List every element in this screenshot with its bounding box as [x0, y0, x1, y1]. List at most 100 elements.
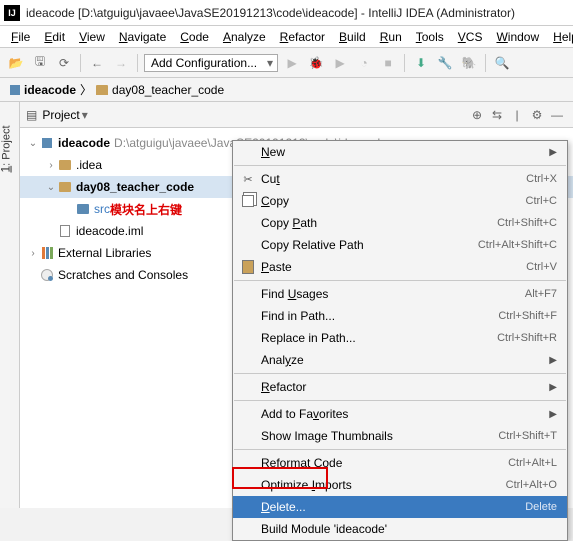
- window-title: ideacode [D:\atguigu\javaee\JavaSE201912…: [26, 6, 515, 20]
- menu-item-label: Refactor: [261, 380, 543, 394]
- menu-window[interactable]: Window: [489, 29, 546, 45]
- blank-icon: [239, 455, 257, 471]
- cm-copy-icon: [239, 193, 257, 209]
- collapse-toggle-icon[interactable]: ⌄: [26, 138, 40, 149]
- settings-gear-icon[interactable]: ⚙: [527, 105, 547, 125]
- menu-item-refactor[interactable]: Refactor▶: [233, 376, 567, 398]
- separator: |: [507, 105, 527, 125]
- stop-icon[interactable]: ■: [378, 53, 398, 73]
- breadcrumb-label: day08_teacher_code: [112, 83, 224, 97]
- menu-item-paste[interactable]: PasteCtrl+V: [233, 256, 567, 278]
- collapse-toggle-icon[interactable]: ⌄: [44, 182, 58, 193]
- menu-view[interactable]: View: [72, 29, 112, 45]
- menu-file[interactable]: File: [4, 29, 37, 45]
- menu-item-add-to-favorites[interactable]: Add to Favorites ▶: [233, 403, 567, 425]
- open-file-icon[interactable]: 📂: [6, 53, 26, 73]
- menu-item-reformat-code[interactable]: Reformat CodeCtrl+Alt+L: [233, 452, 567, 474]
- libraries-icon: [42, 247, 53, 259]
- breadcrumb-folder[interactable]: day08_teacher_code: [92, 83, 228, 97]
- gradle-icon[interactable]: 🐘: [459, 53, 479, 73]
- menu-shortcut: Ctrl+X: [526, 173, 557, 185]
- menu-analyze[interactable]: Analyze: [216, 29, 273, 45]
- back-icon[interactable]: ←: [87, 53, 107, 73]
- menu-item-find-usages[interactable]: Find UsagesAlt+F7: [233, 283, 567, 305]
- breadcrumb-label: ideacode: [24, 83, 76, 97]
- menu-tools[interactable]: Tools: [409, 29, 451, 45]
- submenu-arrow-icon: ▶: [549, 355, 557, 366]
- app-icon: IJ: [4, 5, 20, 21]
- menu-separator: [234, 400, 566, 401]
- menu-help[interactable]: Help: [546, 29, 573, 45]
- menu-vcs[interactable]: VCS: [451, 29, 490, 45]
- toolbar-separator: [137, 54, 138, 72]
- expand-toggle-icon[interactable]: ›: [44, 160, 58, 171]
- menu-shortcut: Ctrl+Alt+Shift+C: [478, 239, 557, 251]
- menu-run[interactable]: Run: [373, 29, 409, 45]
- menu-separator: [234, 373, 566, 374]
- toolbar-separator: [80, 54, 81, 72]
- blank-icon: [239, 379, 257, 395]
- menu-shortcut: Ctrl+V: [526, 261, 557, 273]
- file-icon: [60, 225, 70, 237]
- menu-refactor[interactable]: Refactor: [273, 29, 332, 45]
- breadcrumb-project[interactable]: ideacode: [6, 83, 80, 97]
- menu-item-copy-relative-path[interactable]: Copy Relative PathCtrl+Alt+Shift+C: [233, 234, 567, 256]
- menu-separator: [234, 280, 566, 281]
- structure-icon[interactable]: 🔧: [435, 53, 455, 73]
- menu-item-label: Paste: [261, 260, 526, 274]
- vcs-update-icon[interactable]: ⬇: [411, 53, 431, 73]
- menu-edit[interactable]: Edit: [37, 29, 72, 45]
- menu-shortcut: Alt+F7: [525, 288, 557, 300]
- menu-item-build-module-ideacode[interactable]: Build Module 'ideacode': [233, 518, 567, 540]
- menu-item-copy[interactable]: CopyCtrl+C: [233, 190, 567, 212]
- expand-all-icon[interactable]: ⇆: [487, 105, 507, 125]
- menu-item-label: Reformat Code: [261, 456, 508, 470]
- profile-icon[interactable]: ◔: [354, 53, 374, 73]
- menu-item-delete[interactable]: Delete...Delete: [233, 496, 567, 518]
- menu-item-label: Copy Path: [261, 216, 497, 230]
- menu-item-cut[interactable]: CutCtrl+X: [233, 168, 567, 190]
- menu-item-label: Add to Favorites: [261, 407, 543, 421]
- menu-item-label: Delete...: [261, 500, 525, 514]
- expand-toggle-icon[interactable]: ›: [26, 248, 40, 259]
- menu-item-find-in-path[interactable]: Find in Path...Ctrl+Shift+F: [233, 305, 567, 327]
- run-icon[interactable]: ▶: [282, 53, 302, 73]
- blank-icon: [239, 308, 257, 324]
- submenu-arrow-icon: ▶: [549, 409, 557, 420]
- menu-shortcut: Ctrl+Shift+F: [498, 310, 557, 322]
- menu-item-new[interactable]: New▶: [233, 141, 567, 163]
- project-tool-tab[interactable]: 1: Project: [0, 125, 13, 172]
- menu-bar: FileEditViewNavigateCodeAnalyzeRefactorB…: [0, 26, 573, 48]
- menu-item-optimize-imports[interactable]: Optimize ImportsCtrl+Alt+O: [233, 474, 567, 496]
- debug-icon[interactable]: 🐞: [306, 53, 326, 73]
- coverage-icon[interactable]: ▶: [330, 53, 350, 73]
- left-gutter: 1: Project: [0, 102, 20, 508]
- search-everywhere-icon[interactable]: 🔍: [492, 53, 512, 73]
- save-all-icon[interactable]: 🖫: [30, 53, 50, 73]
- module-folder-icon: [59, 182, 71, 192]
- menu-build[interactable]: Build: [332, 29, 373, 45]
- window-title-bar: IJ ideacode [D:\atguigu\javaee\JavaSE201…: [0, 0, 573, 26]
- menu-item-show-image-thumbnails[interactable]: Show Image ThumbnailsCtrl+Shift+T: [233, 425, 567, 447]
- cm-paste-icon: [239, 259, 257, 275]
- panel-title[interactable]: ▤ Project ▾: [26, 108, 88, 122]
- menu-item-label: Optimize Imports: [261, 478, 506, 492]
- menu-navigate[interactable]: Navigate: [112, 29, 173, 45]
- forward-icon[interactable]: →: [111, 53, 131, 73]
- refresh-icon[interactable]: ⟳: [54, 53, 74, 73]
- run-config-combo[interactable]: Add Configuration...: [144, 54, 278, 72]
- menu-item-label: Find in Path...: [261, 309, 498, 323]
- menu-shortcut: Ctrl+Shift+R: [497, 332, 557, 344]
- context-menu[interactable]: New▶CutCtrl+XCopyCtrl+CCopy PathCtrl+Shi…: [232, 140, 568, 541]
- toolbar-separator: [404, 54, 405, 72]
- menu-item-label: Replace in Path...: [261, 331, 497, 345]
- menu-shortcut: Ctrl+Shift+C: [497, 217, 557, 229]
- menu-code[interactable]: Code: [173, 29, 216, 45]
- menu-item-analyze[interactable]: Analyze▶: [233, 349, 567, 371]
- cm-cut-icon: [239, 171, 257, 187]
- breadcrumb-bar: ideacode 〉 day08_teacher_code: [0, 78, 573, 102]
- hide-panel-icon[interactable]: —: [547, 105, 567, 125]
- select-opened-file-icon[interactable]: ⊕: [467, 105, 487, 125]
- menu-item-copy-path[interactable]: Copy PathCtrl+Shift+C: [233, 212, 567, 234]
- menu-item-replace-in-path[interactable]: Replace in Path...Ctrl+Shift+R: [233, 327, 567, 349]
